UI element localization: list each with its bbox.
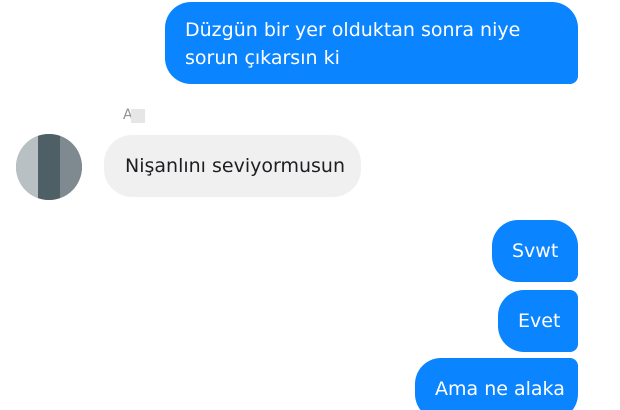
incoming-message-bubble[interactable]: Nişanlını seviyormusun	[104, 135, 361, 197]
outgoing-message-bubble[interactable]: Düzgün bir yer olduktan sonra niye sorun…	[165, 2, 578, 84]
redacted-name-blur	[131, 109, 145, 123]
avatar-pixel	[16, 134, 38, 200]
outgoing-message-bubble[interactable]: Svwt	[492, 220, 578, 282]
avatar[interactable]	[16, 134, 82, 200]
message-text: Düzgün bir yer olduktan sonra niye sorun…	[185, 19, 521, 69]
avatar-pixel	[38, 134, 60, 200]
message-text: Svwt	[512, 240, 559, 262]
message-text: Evet	[518, 310, 561, 332]
chat-thread: Düzgün bir yer olduktan sonra niye sorun…	[0, 0, 620, 410]
message-text: Nişanlını seviyormusun	[125, 155, 345, 177]
outgoing-message-bubble[interactable]: Evet	[498, 290, 578, 352]
message-text: Ama ne alaka	[435, 378, 565, 400]
avatar-pixel	[60, 134, 82, 200]
outgoing-message-bubble[interactable]: Ama ne alaka	[415, 358, 578, 410]
